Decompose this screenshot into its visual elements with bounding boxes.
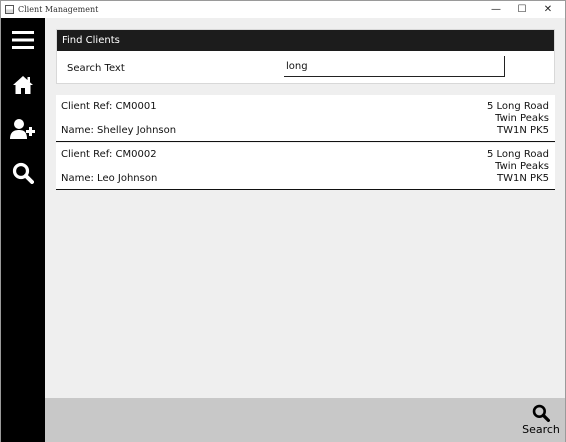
address-line-2: Twin Peaks xyxy=(495,113,549,124)
search-input[interactable] xyxy=(284,56,505,77)
search-button[interactable]: Search xyxy=(520,404,562,440)
search-button-label: Search xyxy=(522,423,560,436)
client-name: Name: Shelley Johnson xyxy=(61,125,177,136)
search-icon xyxy=(532,404,550,422)
client-address: 5 Long Road Twin Peaks TW1N PK5 xyxy=(487,149,549,185)
address-line-2: Twin Peaks xyxy=(495,161,549,172)
search-icon xyxy=(12,162,34,184)
address-line-1: 5 Long Road xyxy=(486,101,549,112)
sidebar xyxy=(1,18,45,442)
maximize-button[interactable]: ☐ xyxy=(509,1,535,18)
find-clients-header: Find Clients xyxy=(57,30,554,51)
address-postcode: TW1N PK5 xyxy=(497,125,549,136)
find-clients-panel: Find Clients Search Text xyxy=(56,29,555,84)
client-result-card[interactable]: Client Ref: CM0001 Name: Shelley Johnson… xyxy=(56,95,555,142)
add-user-icon xyxy=(10,119,35,139)
sidebar-item-home[interactable] xyxy=(1,65,45,105)
home-icon xyxy=(13,76,33,94)
app-window: Client Management — ☐ ✕ Find Clients Sea… xyxy=(0,0,566,442)
search-text-label: Search Text xyxy=(67,63,125,74)
hamburger-menu-icon xyxy=(12,31,34,49)
minimize-button[interactable]: — xyxy=(483,1,509,18)
client-ref: Client Ref: CM0002 xyxy=(61,149,157,160)
app-icon xyxy=(5,5,14,14)
main-content: Find Clients Search Text Client Ref: CM0… xyxy=(45,18,565,398)
address-line-1: 5 Long Road xyxy=(486,149,549,160)
sidebar-item-search[interactable] xyxy=(1,153,45,193)
sidebar-item-menu[interactable] xyxy=(1,20,45,60)
client-result-card[interactable]: Client Ref: CM0002 Name: Leo Johnson 5 L… xyxy=(56,143,555,190)
client-name: Name: Leo Johnson xyxy=(61,173,158,184)
window-controls: — ☐ ✕ xyxy=(483,1,561,18)
title-bar: Client Management — ☐ ✕ xyxy=(1,1,565,18)
client-ref: Client Ref: CM0001 xyxy=(61,101,157,112)
sidebar-item-add-user[interactable] xyxy=(1,109,45,149)
client-address: 5 Long Road Twin Peaks TW1N PK5 xyxy=(487,101,549,137)
address-postcode: TW1N PK5 xyxy=(497,173,549,184)
close-button[interactable]: ✕ xyxy=(535,1,561,18)
bottom-app-bar: Search xyxy=(45,398,565,442)
window-title: Client Management xyxy=(18,5,99,14)
results-list: Client Ref: CM0001 Name: Shelley Johnson… xyxy=(56,95,555,191)
